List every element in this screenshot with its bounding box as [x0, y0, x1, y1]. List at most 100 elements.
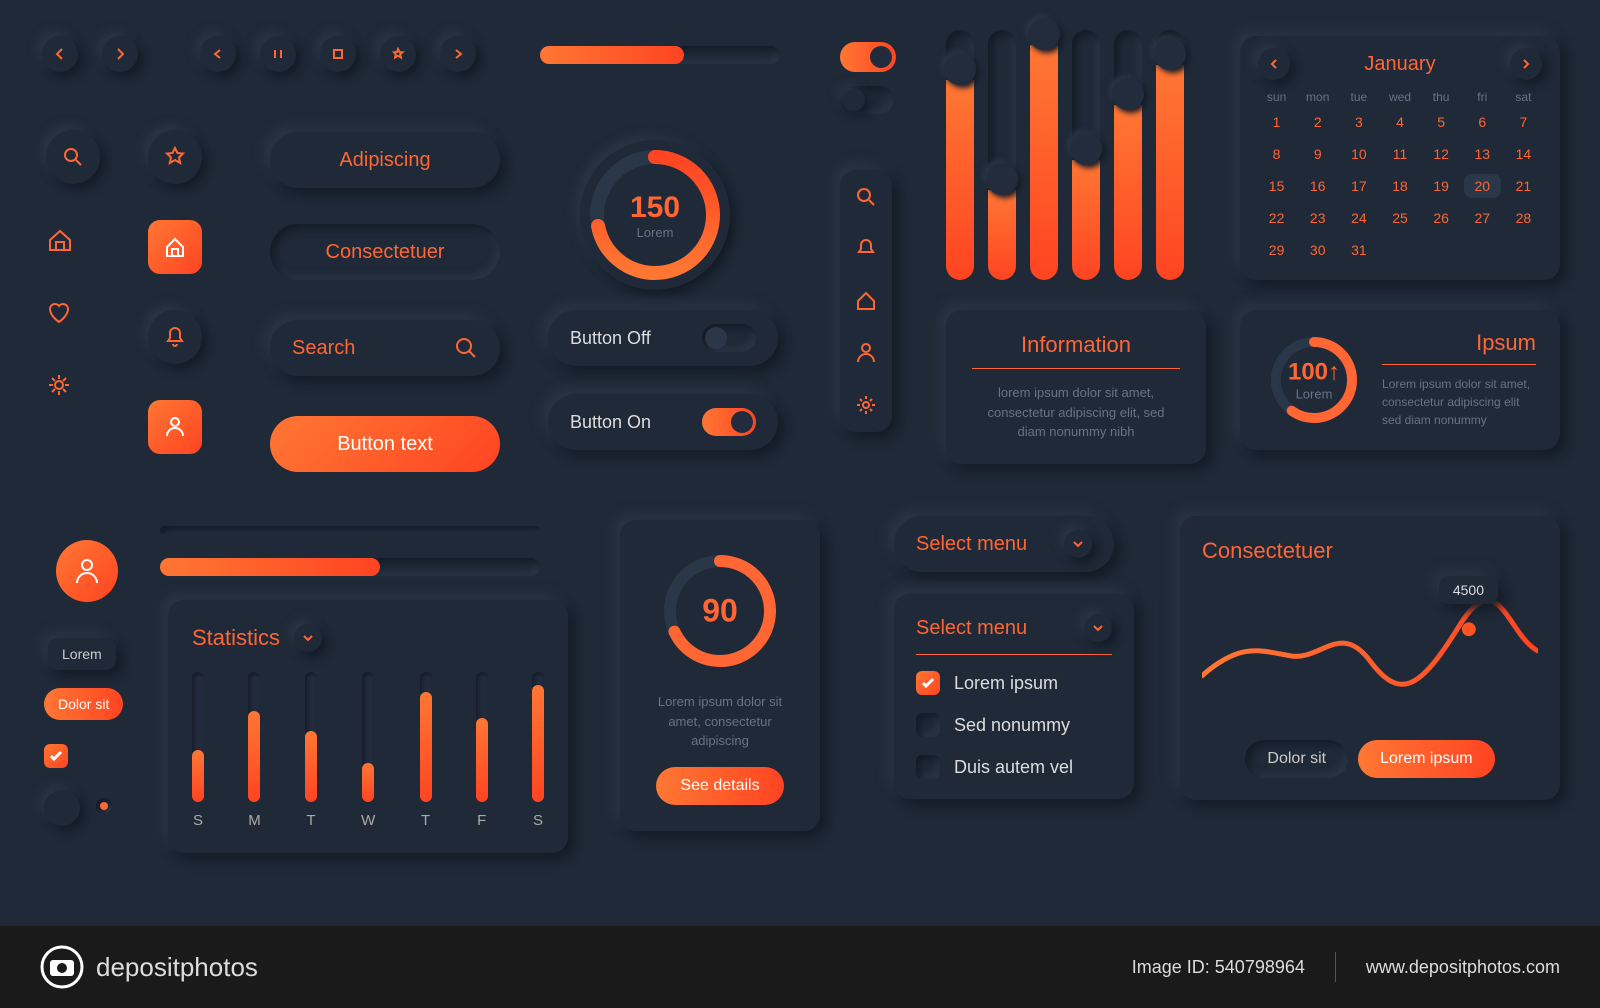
see-details-button[interactable]: See details — [656, 767, 783, 805]
cal-day[interactable]: 25 — [1381, 206, 1418, 230]
cal-day[interactable]: 15 — [1258, 174, 1295, 198]
cal-day[interactable]: 28 — [1505, 206, 1542, 230]
avatar[interactable] — [56, 540, 118, 602]
dial-label: Lorem — [630, 225, 680, 240]
ipsum-card: 100↑ Lorem Ipsum Lorem ipsum dolor sit a… — [1240, 310, 1560, 450]
forward-icon[interactable] — [102, 36, 138, 72]
progress-medium[interactable] — [160, 558, 540, 576]
toggle-small-on[interactable] — [840, 42, 896, 72]
cal-day[interactable]: 6 — [1464, 110, 1501, 134]
stats-bar: M — [248, 672, 261, 829]
consectetuer-button[interactable]: Consectetuer — [270, 224, 500, 280]
toggle-on[interactable] — [702, 408, 756, 436]
cal-dow: tue — [1340, 90, 1377, 104]
menu-option[interactable]: Sed nonummy — [916, 713, 1112, 737]
cal-dow: mon — [1299, 90, 1336, 104]
cal-day[interactable]: 12 — [1423, 142, 1460, 166]
home-icon[interactable] — [855, 290, 877, 312]
dial-90-card: 90 Lorem ipsum dolor sit amet, consectet… — [620, 520, 820, 831]
cal-day[interactable]: 5 — [1423, 110, 1460, 134]
toggle-small-off[interactable] — [840, 86, 894, 114]
line-title: Consectetuer — [1202, 538, 1538, 564]
heart-icon[interactable] — [46, 301, 100, 330]
tag-dolor-sit[interactable]: Dolor sit — [44, 688, 123, 720]
calendar: January sunmontuewedthufrisat 1234567891… — [1240, 36, 1560, 280]
adipiscing-button[interactable]: Adipiscing — [270, 132, 500, 188]
cal-day[interactable]: 7 — [1505, 110, 1542, 134]
eq-bar[interactable] — [1072, 30, 1100, 280]
home-outline-icon[interactable] — [46, 226, 100, 259]
search-input[interactable]: Search — [270, 320, 500, 376]
eq-bar[interactable] — [1156, 30, 1184, 280]
bell-icon[interactable] — [148, 310, 202, 364]
stop-icon[interactable] — [320, 36, 356, 72]
radio-dot[interactable] — [96, 798, 112, 814]
cal-day[interactable]: 19 — [1423, 174, 1460, 198]
select-menu-card: Select menu Lorem ipsumSed nonummyDuis a… — [894, 594, 1134, 799]
cal-day[interactable]: 20 — [1464, 174, 1501, 198]
gear-icon[interactable] — [46, 372, 100, 403]
button-text[interactable]: Button text — [270, 416, 500, 472]
cal-next-icon[interactable] — [1510, 48, 1542, 80]
select-menu-1[interactable]: Select menu — [894, 516, 1114, 572]
cal-prev-icon[interactable] — [1258, 48, 1290, 80]
cal-day[interactable]: 26 — [1423, 206, 1460, 230]
back-icon[interactable] — [42, 36, 78, 72]
cal-day[interactable]: 21 — [1505, 174, 1542, 198]
cal-day[interactable]: 2 — [1299, 110, 1336, 134]
cal-day[interactable]: 23 — [1299, 206, 1336, 230]
search-icon[interactable] — [855, 186, 877, 208]
chevron-down-icon[interactable] — [1084, 614, 1112, 642]
cal-day[interactable]: 18 — [1381, 174, 1418, 198]
cal-day[interactable]: 4 — [1381, 110, 1418, 134]
cal-day[interactable]: 13 — [1464, 142, 1501, 166]
bell-icon[interactable] — [856, 238, 876, 260]
eq-bar[interactable] — [946, 30, 974, 280]
next-icon[interactable] — [440, 36, 476, 72]
cal-day[interactable]: 3 — [1340, 110, 1377, 134]
progress-track[interactable] — [540, 46, 780, 64]
chevron-down-icon[interactable] — [294, 624, 322, 652]
line-pill-2[interactable]: Lorem ipsum — [1358, 740, 1494, 778]
dial90-desc: Lorem ipsum dolor sit amet, consectetur … — [646, 692, 794, 751]
cal-day[interactable]: 27 — [1464, 206, 1501, 230]
cal-day[interactable]: 16 — [1299, 174, 1336, 198]
eq-bar[interactable] — [1114, 30, 1142, 280]
prev-icon[interactable] — [200, 36, 236, 72]
tag-lorem[interactable]: Lorem — [48, 638, 116, 670]
toggle-off[interactable] — [702, 324, 756, 352]
cal-day[interactable]: 10 — [1340, 142, 1377, 166]
cal-day[interactable]: 24 — [1340, 206, 1377, 230]
cal-day[interactable]: 1 — [1258, 110, 1295, 134]
cal-day[interactable]: 11 — [1381, 142, 1418, 166]
line-pill-1[interactable]: Dolor sit — [1245, 740, 1348, 778]
radio-off[interactable] — [44, 790, 80, 826]
dial-value: 150 — [630, 191, 680, 225]
eq-bar[interactable] — [1030, 30, 1058, 280]
menu-option[interactable]: Lorem ipsum — [916, 671, 1112, 695]
search-icon[interactable] — [46, 130, 100, 184]
cal-day[interactable]: 29 — [1258, 238, 1295, 262]
cal-day[interactable]: 30 — [1299, 238, 1336, 262]
gear-icon[interactable] — [855, 394, 877, 416]
home-active-icon[interactable] — [148, 220, 202, 274]
menu-option[interactable]: Duis autem vel — [916, 755, 1112, 779]
cal-dow: fri — [1464, 90, 1501, 104]
stats-title: Statistics — [192, 625, 280, 651]
checkbox-checked[interactable] — [44, 744, 68, 768]
progress-thin[interactable] — [160, 526, 540, 534]
cal-day[interactable]: 17 — [1340, 174, 1377, 198]
brand: depositphotos — [96, 952, 258, 983]
cal-day[interactable]: 9 — [1299, 142, 1336, 166]
cal-day[interactable]: 31 — [1340, 238, 1377, 262]
cal-day[interactable]: 22 — [1258, 206, 1295, 230]
star-icon[interactable] — [380, 36, 416, 72]
user-active-icon[interactable] — [148, 400, 202, 454]
star-outline-icon[interactable] — [148, 130, 202, 184]
user-icon[interactable] — [856, 342, 876, 364]
cal-day[interactable]: 14 — [1505, 142, 1542, 166]
cal-month: January — [1364, 53, 1435, 76]
pause-icon[interactable] — [260, 36, 296, 72]
eq-bar[interactable] — [988, 30, 1016, 280]
cal-day[interactable]: 8 — [1258, 142, 1295, 166]
